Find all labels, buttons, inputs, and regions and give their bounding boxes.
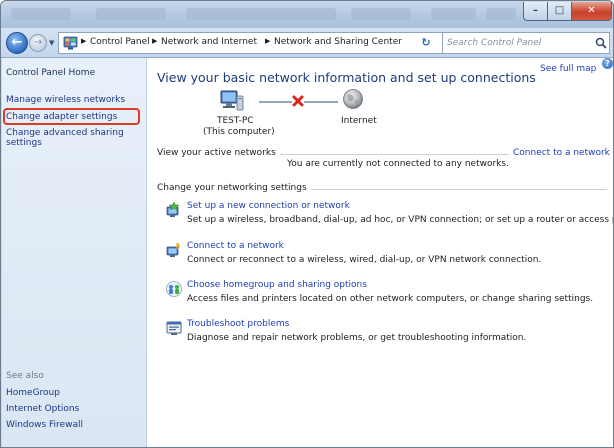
see-also-heading: See also (6, 371, 44, 381)
connection-line (304, 101, 338, 103)
connect-to-network-description: Connect or reconnect to a wireless, wire… (187, 255, 542, 265)
sidebar: Control Panel Home Manage wireless netwo… (2, 58, 147, 447)
blurred-title-region (11, 8, 71, 20)
blurred-title-region (486, 8, 516, 20)
troubleshoot-icon[interactable] (165, 319, 183, 337)
minimize-icon: – (533, 5, 538, 16)
close-icon: ✕ (587, 5, 596, 16)
computer-icon[interactable] (219, 90, 245, 112)
red-x-icon[interactable] (292, 95, 304, 107)
search-icon[interactable] (595, 37, 607, 49)
networking-settings-heading: Change your networking settings (157, 183, 311, 193)
blurred-title-region (186, 8, 336, 20)
connect-network-icon[interactable] (165, 241, 183, 259)
maximize-button[interactable]: □ (548, 2, 572, 21)
new-connection-icon[interactable] (165, 201, 183, 219)
breadcrumb-separator[interactable]: ▶ (265, 37, 270, 45)
title-bar[interactable]: – □ ✕ (1, 1, 613, 28)
troubleshoot-problems-link[interactable]: Troubleshoot problems (187, 319, 526, 330)
connection-status-text: You are currently not connected to any n… (287, 159, 509, 169)
back-button[interactable]: ← (6, 32, 28, 54)
task-troubleshoot: Troubleshoot problems Diagnose and repai… (166, 319, 527, 344)
control-panel-icon (63, 36, 78, 50)
blurred-title-region (96, 8, 166, 20)
close-button[interactable]: ✕ (572, 2, 612, 21)
homegroup-sharing-description: Access files and printers located on oth… (187, 294, 594, 304)
network-and-sharing-center-window: – □ ✕ ← → ▼ ▶ Control Panel ▶ Network an… (0, 0, 614, 448)
internet-label: Internet (341, 116, 377, 126)
homegroup-sharing-link[interactable]: Choose homegroup and sharing options (187, 280, 593, 291)
see-full-map-link[interactable]: See full map (540, 64, 596, 74)
task-setup-new-connection: Set up a new connection or network Set u… (166, 201, 614, 226)
sidebar-item-internet-options[interactable]: Internet Options (6, 404, 79, 414)
breadcrumb-separator[interactable]: ▶ (152, 37, 157, 45)
connect-to-network-task-link[interactable]: Connect to a network (187, 241, 541, 252)
breadcrumb-network-and-sharing-center[interactable]: Network and Sharing Center (274, 37, 402, 47)
minimize-button[interactable]: – (523, 2, 548, 21)
sidebar-control-panel-home[interactable]: Control Panel Home (6, 68, 95, 78)
connect-to-network-link[interactable]: Connect to a network (509, 148, 610, 158)
forward-button[interactable]: → (29, 34, 47, 52)
computer-name: TEST-PC (217, 116, 254, 126)
refresh-button[interactable]: ↻ (416, 33, 436, 51)
computer-subtitle: (This computer) (203, 127, 275, 137)
address-bar[interactable]: ▶ Control Panel ▶ Network and Internet ▶… (58, 32, 464, 54)
page-title: View your basic network information and … (157, 70, 536, 85)
breadcrumb-network-and-internet[interactable]: Network and Internet (161, 37, 257, 47)
sidebar-item-manage-wireless-networks[interactable]: Manage wireless networks (6, 95, 125, 105)
task-homegroup-sharing: Choose homegroup and sharing options Acc… (166, 280, 594, 305)
sidebar-item-windows-firewall[interactable]: Windows Firewall (6, 420, 83, 430)
homegroup-icon[interactable] (165, 280, 183, 298)
sidebar-item-change-adapter-settings[interactable]: Change adapter settings (6, 112, 117, 122)
blurred-title-region (431, 8, 476, 20)
breadcrumb-control-panel[interactable]: Control Panel (90, 37, 150, 47)
setup-new-connection-description: Set up a wireless, broadband, dial-up, a… (187, 215, 614, 225)
breadcrumb-separator[interactable]: ▶ (81, 37, 86, 45)
search-input[interactable] (447, 36, 587, 50)
active-networks-heading: View your active networks (157, 148, 280, 158)
internet-globe-icon[interactable] (342, 88, 364, 110)
sidebar-item-homegroup[interactable]: HomeGroup (6, 388, 60, 398)
troubleshoot-problems-description: Diagnose and repair network problems, or… (187, 333, 527, 343)
search-box[interactable] (442, 32, 610, 54)
help-icon[interactable]: ? (602, 58, 613, 69)
setup-new-connection-link[interactable]: Set up a new connection or network (187, 201, 613, 212)
maximize-icon: □ (554, 5, 565, 16)
task-connect-to-network: Connect to a network Connect or reconnec… (166, 241, 542, 266)
navigation-bar: ← → ▼ ▶ Control Panel ▶ Network and Inte… (1, 28, 613, 58)
main-content: ? View your basic network information an… (147, 58, 614, 447)
connection-line (259, 101, 292, 103)
recent-pages-dropdown[interactable]: ▼ (49, 39, 54, 47)
sidebar-item-change-advanced-sharing-settings[interactable]: Change advanced sharing settings (6, 128, 136, 148)
blurred-title-region (351, 8, 411, 20)
